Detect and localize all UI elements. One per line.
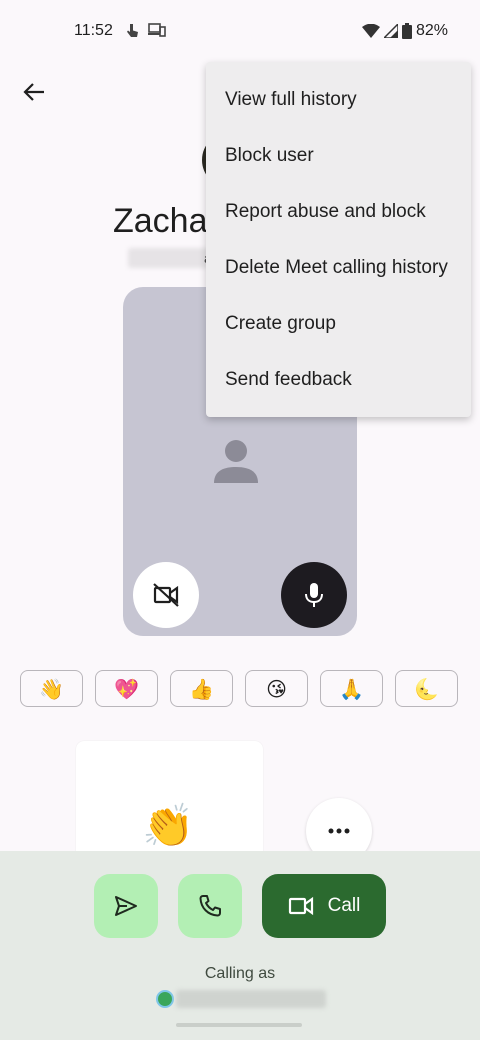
calling-account[interactable] — [156, 990, 326, 1008]
battery-icon — [401, 23, 412, 39]
reaction-thumbs-up[interactable]: 👍 — [170, 670, 233, 707]
video-call-button[interactable]: Call — [262, 874, 386, 938]
mic-icon — [305, 583, 323, 607]
menu-item-report-abuse-and-block[interactable]: Report abuse and block — [206, 184, 471, 240]
calling-as-label: Calling as — [204, 965, 276, 982]
reaction-sparkling-heart[interactable]: 💖 — [95, 670, 158, 707]
person-icon — [211, 437, 261, 487]
contact-detail-redacted — [128, 248, 210, 268]
videocam-off-icon — [153, 583, 179, 607]
arrow-back-icon — [23, 83, 44, 101]
wifi-icon — [361, 24, 380, 38]
signal-icon — [383, 24, 398, 38]
status-bar: 11:52 82% — [0, 0, 480, 62]
bottom-action-panel: Call Calling as — [0, 851, 480, 1040]
microphone-toggle-button[interactable] — [281, 562, 347, 628]
menu-item-view-full-history[interactable]: View full history — [206, 72, 471, 128]
menu-item-send-feedback[interactable]: Send feedback — [206, 352, 471, 408]
reaction-wave[interactable]: 👋 — [20, 670, 83, 707]
send-icon — [115, 896, 137, 916]
back-button[interactable] — [18, 76, 50, 108]
status-right-icons: 82% — [361, 22, 448, 40]
status-time: 11:52 — [74, 22, 113, 39]
audio-call-button[interactable] — [178, 874, 242, 938]
reaction-folded-hands[interactable]: 🙏 — [320, 670, 383, 707]
overflow-menu: View full history Block user Report abus… — [206, 62, 471, 417]
status-notification-icons — [124, 22, 166, 45]
message-emoji: 👏 — [142, 801, 195, 850]
menu-item-delete-meet-calling-history[interactable]: Delete Meet calling history — [206, 240, 471, 296]
battery-percent: 82% — [415, 22, 448, 39]
call-button-label: Call — [327, 895, 361, 916]
contact-name: Zachar — [113, 202, 219, 240]
account-name-redacted — [176, 990, 326, 1008]
more-horiz-icon — [328, 828, 350, 834]
reaction-kiss[interactable]: 😘 — [245, 670, 308, 707]
touch-icon — [124, 22, 140, 45]
phone-icon — [199, 895, 221, 917]
menu-item-create-group[interactable]: Create group — [206, 296, 471, 352]
devices-icon — [148, 22, 166, 45]
camera-toggle-button[interactable] — [133, 562, 199, 628]
account-avatar — [156, 990, 174, 1008]
menu-item-block-user[interactable]: Block user — [206, 128, 471, 184]
reaction-row: 👋 💖 👍 😘 🙏 🌜 — [20, 670, 458, 707]
videocam-icon — [288, 896, 313, 916]
gesture-navigation-bar[interactable] — [176, 1023, 302, 1027]
send-message-button[interactable] — [94, 874, 158, 938]
reaction-moon[interactable]: 🌜 — [395, 670, 458, 707]
